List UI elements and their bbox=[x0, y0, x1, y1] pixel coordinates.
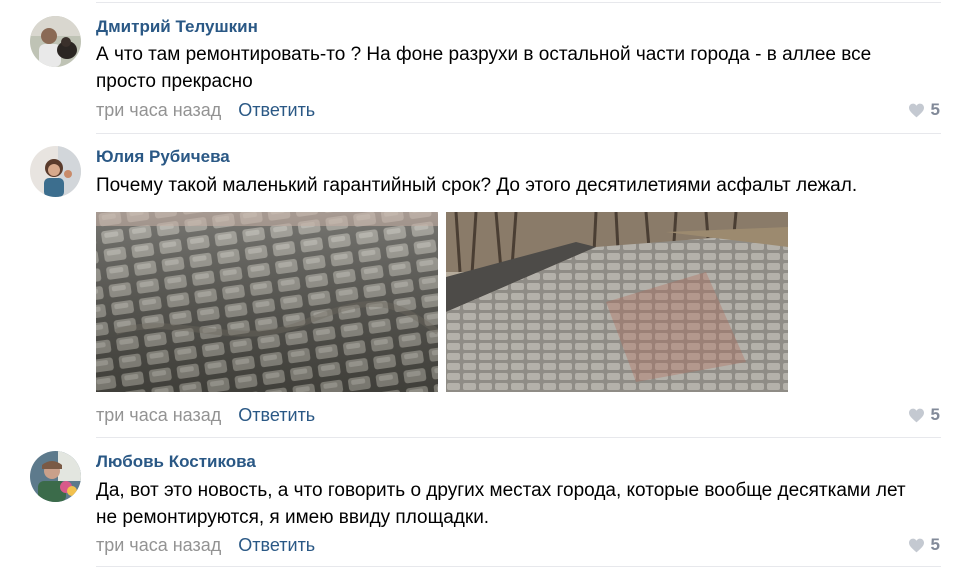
divider bbox=[96, 437, 941, 438]
avatar[interactable] bbox=[30, 451, 81, 502]
divider bbox=[96, 2, 941, 3]
comment-text-line: А что там ремонтировать-то ? На фоне раз… bbox=[96, 44, 872, 65]
heart-icon bbox=[908, 538, 924, 552]
divider bbox=[96, 133, 941, 134]
comment-author[interactable]: Юлия Рубичева bbox=[96, 147, 230, 167]
like-button[interactable]: 5 bbox=[908, 405, 940, 425]
comment-time[interactable]: три часа назад bbox=[96, 535, 221, 555]
divider bbox=[96, 566, 941, 567]
like-count: 5 bbox=[930, 100, 940, 119]
reply-link[interactable]: Ответить bbox=[238, 535, 315, 555]
comment-text-line: просто прекрасно bbox=[96, 71, 253, 92]
comment-meta: три часа назад Ответить bbox=[96, 405, 315, 426]
comment-text: А что там ремонтировать-то ? На фоне раз… bbox=[96, 41, 946, 95]
comment-author[interactable]: Любовь Костикова bbox=[96, 452, 256, 472]
like-button[interactable]: 5 bbox=[908, 535, 940, 555]
avatar[interactable] bbox=[30, 16, 81, 67]
heart-icon bbox=[908, 408, 924, 422]
comment-time[interactable]: три часа назад bbox=[96, 100, 221, 120]
comment-author[interactable]: Дмитрий Телушкин bbox=[96, 17, 258, 37]
comment-photo[interactable] bbox=[446, 212, 788, 392]
comments-feed: Дмитрий Телушкин А что там ремонтировать… bbox=[0, 0, 976, 568]
comment-text-line: не ремонтируются, я имею ввиду площадки. bbox=[96, 507, 490, 528]
comment-text-line: Да, вот это новость, а что говорить о др… bbox=[96, 480, 906, 501]
like-count: 5 bbox=[930, 535, 940, 554]
comment-text: Да, вот это новость, а что говорить о др… bbox=[96, 477, 946, 531]
comment-text: Почему такой маленький гарантийный срок?… bbox=[96, 172, 946, 199]
like-count: 5 bbox=[930, 405, 940, 424]
comment-meta: три часа назад Ответить bbox=[96, 100, 315, 121]
reply-link[interactable]: Ответить bbox=[238, 405, 315, 425]
comment-meta: три часа назад Ответить bbox=[96, 535, 315, 556]
heart-icon bbox=[908, 103, 924, 117]
like-button[interactable]: 5 bbox=[908, 100, 940, 120]
avatar[interactable] bbox=[30, 146, 81, 197]
comment-photo[interactable] bbox=[96, 212, 438, 392]
reply-link[interactable]: Ответить bbox=[238, 100, 315, 120]
comment-text-line: Почему такой маленький гарантийный срок?… bbox=[96, 175, 858, 196]
comment-time[interactable]: три часа назад bbox=[96, 405, 221, 425]
